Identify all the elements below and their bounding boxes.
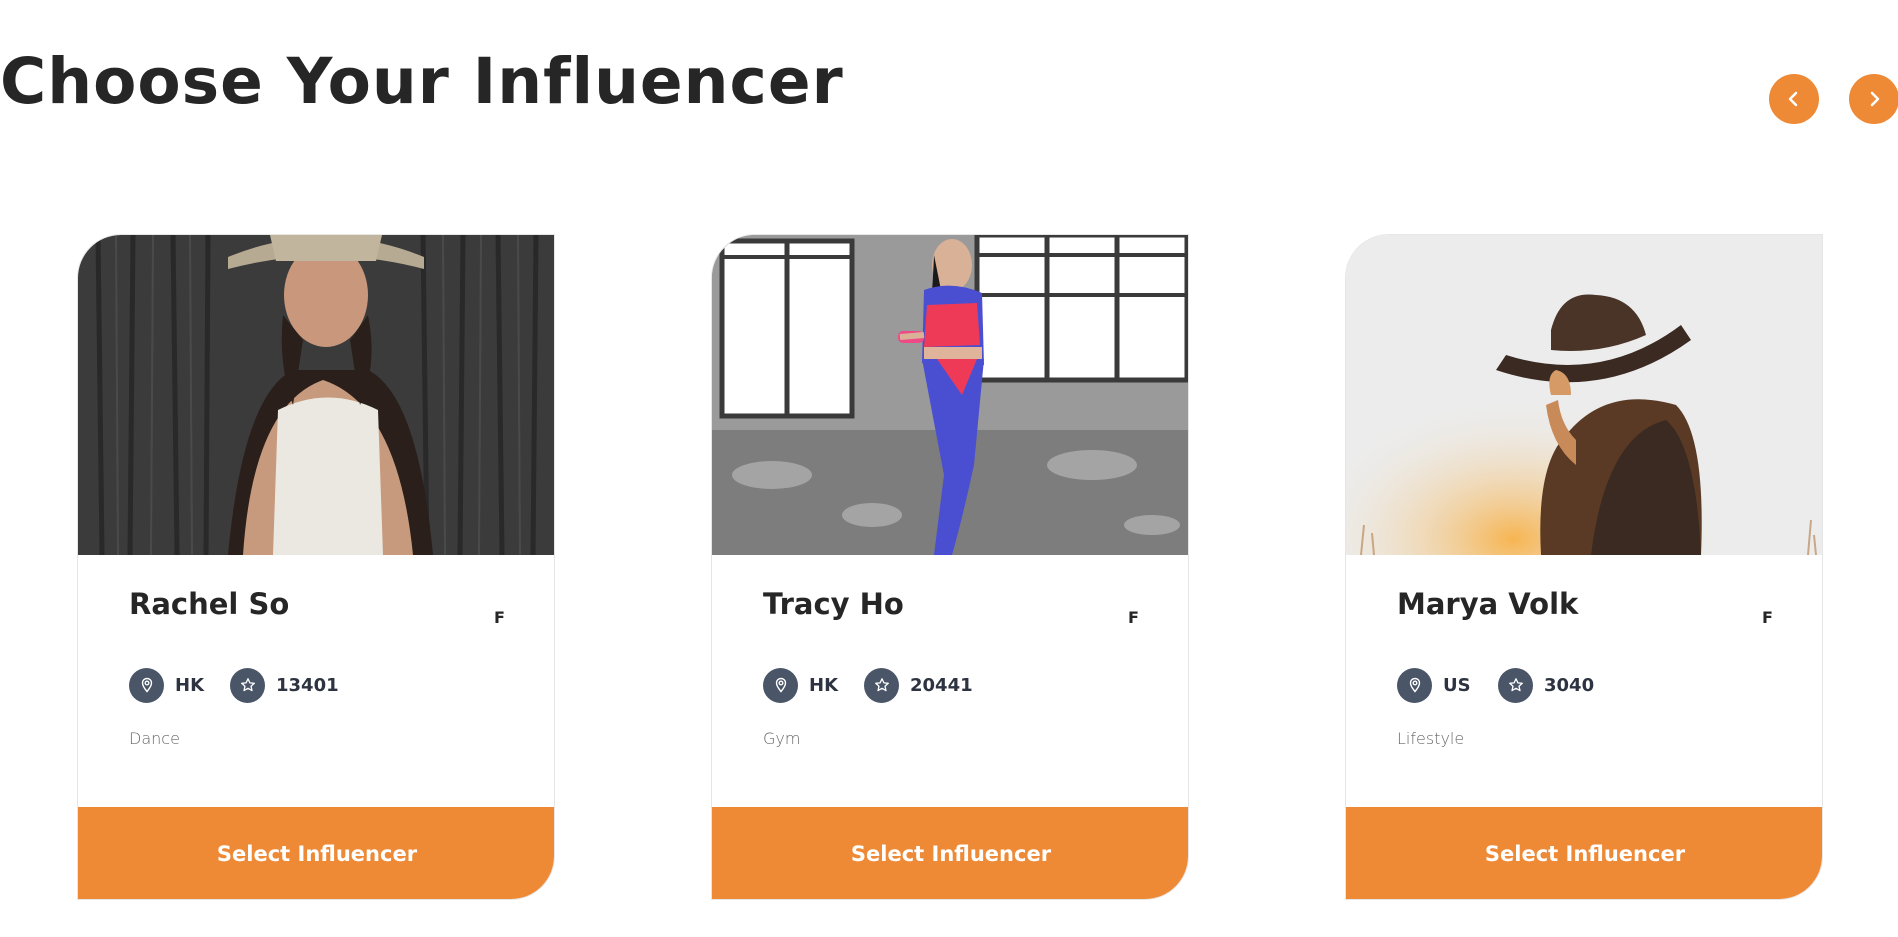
gender-label: F xyxy=(1762,608,1773,627)
location-text: HK xyxy=(175,674,205,696)
location-pin-icon xyxy=(129,667,164,703)
influencer-card: Rachel So F HK 13401 Dance Select Influe… xyxy=(77,234,555,900)
followers-info: 3040 xyxy=(1498,667,1594,703)
carousel-next-button[interactable] xyxy=(1849,74,1898,124)
star-icon xyxy=(230,667,265,703)
select-influencer-button[interactable]: Select Influencer xyxy=(712,807,1188,899)
influencer-photo xyxy=(712,235,1188,555)
location-text: US xyxy=(1443,674,1471,696)
influencer-card: Tracy Ho F HK 20441 Gym Select Influence… xyxy=(711,234,1189,900)
influencer-card: Marya Volk F US 3040 Lifestyle Select In… xyxy=(1345,234,1823,900)
influencer-photo xyxy=(78,235,554,555)
gender-label: F xyxy=(494,608,505,627)
influencer-name: Marya Volk xyxy=(1397,587,1579,621)
followers-count: 13401 xyxy=(276,674,339,696)
followers-info: 20441 xyxy=(864,667,973,703)
followers-count: 3040 xyxy=(1544,674,1595,696)
category-label: Lifestyle xyxy=(1397,729,1465,748)
location-pin-icon xyxy=(1397,667,1432,703)
influencer-name: Rachel So xyxy=(129,587,290,621)
chevron-right-icon xyxy=(1870,91,1880,107)
star-icon xyxy=(864,667,899,703)
star-icon xyxy=(1498,667,1533,703)
followers-count: 20441 xyxy=(910,674,973,696)
location-text: HK xyxy=(809,674,839,696)
location-info: HK xyxy=(129,667,204,703)
select-influencer-button[interactable]: Select Influencer xyxy=(1346,807,1822,899)
chevron-left-icon xyxy=(1788,91,1798,107)
location-info: US xyxy=(1397,667,1471,703)
gender-label: F xyxy=(1128,608,1139,627)
influencer-name: Tracy Ho xyxy=(763,587,904,621)
page-title: Choose Your Influencer xyxy=(0,45,844,118)
category-label: Dance xyxy=(129,729,180,748)
location-info: HK xyxy=(763,667,838,703)
followers-info: 13401 xyxy=(230,667,339,703)
location-pin-icon xyxy=(763,667,798,703)
category-label: Gym xyxy=(763,729,801,748)
influencer-photo xyxy=(1346,235,1822,555)
select-influencer-button[interactable]: Select Influencer xyxy=(78,807,554,899)
carousel-prev-button[interactable] xyxy=(1769,74,1819,124)
